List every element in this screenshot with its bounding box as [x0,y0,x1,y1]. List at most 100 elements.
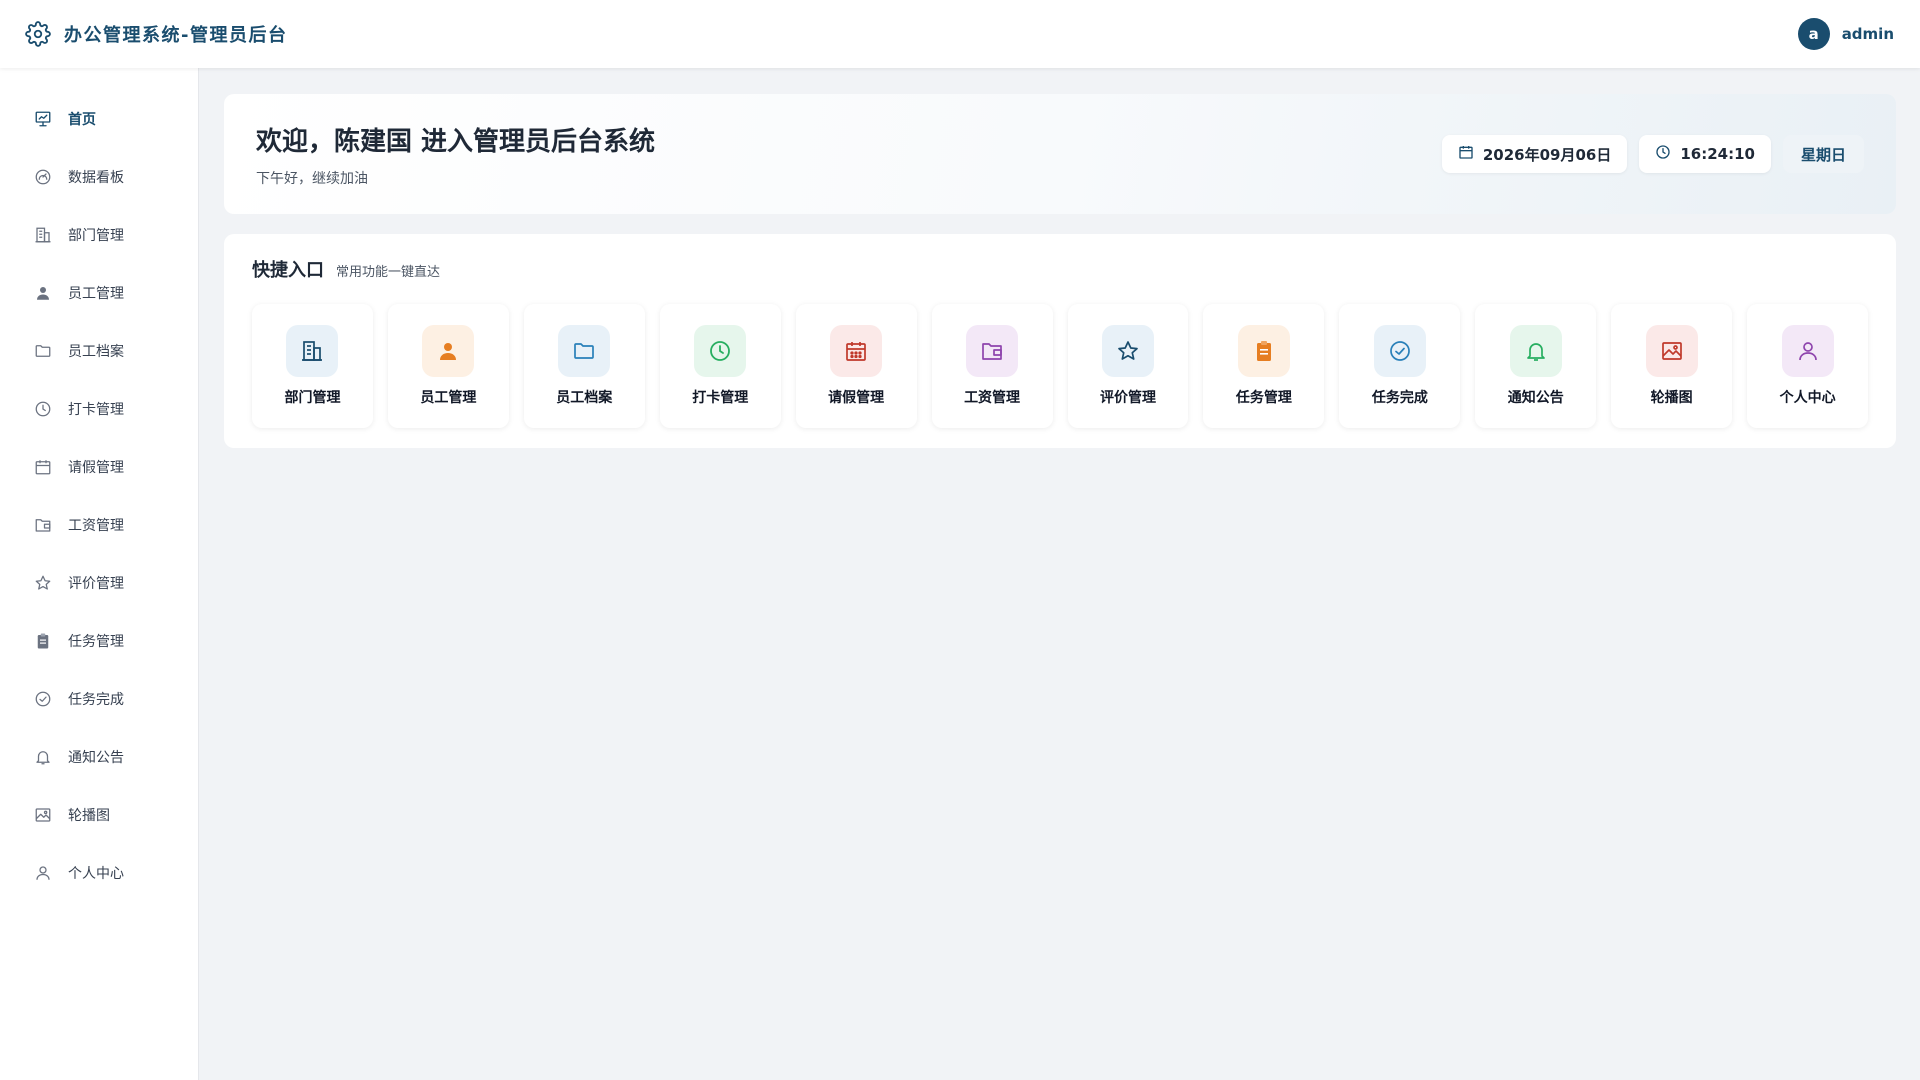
username[interactable]: admin [1842,25,1894,43]
star-icon [1101,325,1154,377]
calendar-icon [830,325,883,377]
sidebar-item-label: 打卡管理 [68,402,124,418]
sidebar-item-home[interactable]: 首页 [0,90,198,148]
person-icon [1781,325,1834,377]
star-icon [34,574,52,592]
quick-card-label: 员工档案 [556,390,613,406]
datetime-pills: 2026年09月06日 16:24:10 星期日 [1441,135,1864,173]
sidebar-item-employee[interactable]: 员工管理 [0,264,198,322]
sidebar-item-carousel[interactable]: 轮播图 [0,786,198,844]
date-pill: 2026年09月06日 [1441,135,1628,173]
quick-access-panel: 快捷入口 常用功能一键直达 部门管理 员工管理 员工档案 打卡管理 请假管理 工… [224,234,1896,448]
avatar[interactable]: a [1797,18,1830,50]
calendar-icon [34,458,52,476]
quick-card-label: 个人中心 [1779,390,1836,406]
sidebar-item-task-done[interactable]: 任务完成 [0,670,198,728]
main-content: 欢迎，陈建国 进入管理员后台系统 下午好，继续加油 2026年09月06日 16… [224,94,1896,448]
sidebar-item-attendance[interactable]: 打卡管理 [0,380,198,438]
folder-icon [558,325,611,377]
sidebar-item-label: 工资管理 [68,518,124,534]
quick-card-label: 请假管理 [828,390,885,406]
quick-card-salary[interactable]: 工资管理 [931,304,1053,428]
weekday-pill: 星期日 [1782,135,1864,173]
quick-card-department[interactable]: 部门管理 [252,304,373,428]
sidebar-item-label: 评价管理 [68,576,124,592]
quick-card-label: 工资管理 [964,390,1021,406]
person-icon [34,864,52,882]
quick-card-profile[interactable]: 个人中心 [1747,304,1869,428]
sidebar-item-label: 员工档案 [68,344,124,360]
home-chart-icon [34,110,52,128]
current-date: 2026年09月06日 [1482,145,1612,164]
time-pill: 16:24:10 [1639,135,1771,173]
clock-icon [694,325,747,377]
check-circle-icon [34,690,52,708]
sidebar-item-archive[interactable]: 员工档案 [0,322,198,380]
sidebar-item-label: 员工管理 [68,286,124,302]
check-circle-icon [1373,325,1426,377]
welcome-banner: 欢迎，陈建国 进入管理员后台系统 下午好，继续加油 2026年09月06日 16… [224,94,1896,214]
user-icon [34,284,52,302]
sidebar-item-dashboard[interactable]: 数据看板 [0,148,198,206]
quick-card-label: 轮播图 [1650,390,1693,406]
sidebar-item-task[interactable]: 任务管理 [0,612,198,670]
image-icon [34,806,52,824]
welcome-text: 欢迎，陈建国 进入管理员后台系统 下午好，继续加油 [256,121,655,188]
quick-card-attendance[interactable]: 打卡管理 [659,304,781,428]
building-icon [286,325,339,377]
quick-access-subtitle: 常用功能一键直达 [336,265,441,280]
app-title: 办公管理系统-管理员后台 [64,25,288,46]
clock-icon [34,400,52,418]
sidebar-item-label: 数据看板 [68,170,124,186]
sidebar-item-evaluation[interactable]: 评价管理 [0,554,198,612]
sidebar-item-department[interactable]: 部门管理 [0,206,198,264]
building-icon [34,226,52,244]
calendar-icon [1458,144,1474,164]
quick-card-label: 任务管理 [1235,390,1292,406]
welcome-subtitle: 下午好，继续加油 [256,170,368,187]
clock-icon [1655,144,1671,164]
dashboard-icon [34,168,52,186]
sidebar-item-label: 个人中心 [68,866,124,882]
folder-icon [34,342,52,360]
quick-card-notice[interactable]: 通知公告 [1475,304,1597,428]
bell-icon [1509,325,1562,377]
sidebar-item-label: 首页 [68,112,96,128]
sidebar-item-label: 轮播图 [68,808,110,824]
sidebar-item-notice[interactable]: 通知公告 [0,728,198,786]
quick-card-label: 通知公告 [1507,390,1564,406]
user-menu[interactable]: a admin [1797,18,1894,50]
sidebar-item-leave[interactable]: 请假管理 [0,438,198,496]
sidebar-item-salary[interactable]: 工资管理 [0,496,198,554]
brand[interactable]: 办公管理系统-管理员后台 [24,20,287,48]
top-header: 办公管理系统-管理员后台 a admin [0,0,1920,68]
sidebar-item-profile[interactable]: 个人中心 [0,844,198,902]
quick-access-title: 快捷入口 [252,260,324,281]
current-weekday: 星期日 [1800,145,1846,164]
sidebar: 首页 数据看板 部门管理 员工管理 员工档案 打卡管理 请假管理 工资管理 评价… [0,68,199,1080]
quick-card-carousel[interactable]: 轮播图 [1611,304,1733,428]
wallet-icon [34,516,52,534]
quick-card-archive[interactable]: 员工档案 [523,304,645,428]
sidebar-item-label: 部门管理 [68,228,124,244]
welcome-title: 欢迎，陈建国 进入管理员后台系统 [256,126,656,157]
quick-card-label: 员工管理 [420,390,477,406]
quick-card-task[interactable]: 任务管理 [1203,304,1325,428]
sidebar-item-label: 任务完成 [68,692,124,708]
quick-card-evaluation[interactable]: 评价管理 [1067,304,1189,428]
quick-card-label: 部门管理 [284,390,341,406]
sidebar-item-label: 请假管理 [68,460,124,476]
quick-card-task-done[interactable]: 任务完成 [1339,304,1461,428]
quick-card-label: 评价管理 [1099,390,1156,406]
wallet-icon [966,325,1019,377]
sidebar-item-label: 通知公告 [68,750,124,766]
quick-card-label: 任务完成 [1371,390,1428,406]
clipboard-icon [34,632,52,650]
image-icon [1645,325,1698,377]
current-time: 16:24:10 [1680,145,1755,163]
bell-icon [34,748,52,766]
quick-card-employee[interactable]: 员工管理 [387,304,509,428]
clipboard-icon [1237,325,1290,377]
sidebar-item-label: 任务管理 [68,634,124,650]
quick-card-leave[interactable]: 请假管理 [795,304,917,428]
